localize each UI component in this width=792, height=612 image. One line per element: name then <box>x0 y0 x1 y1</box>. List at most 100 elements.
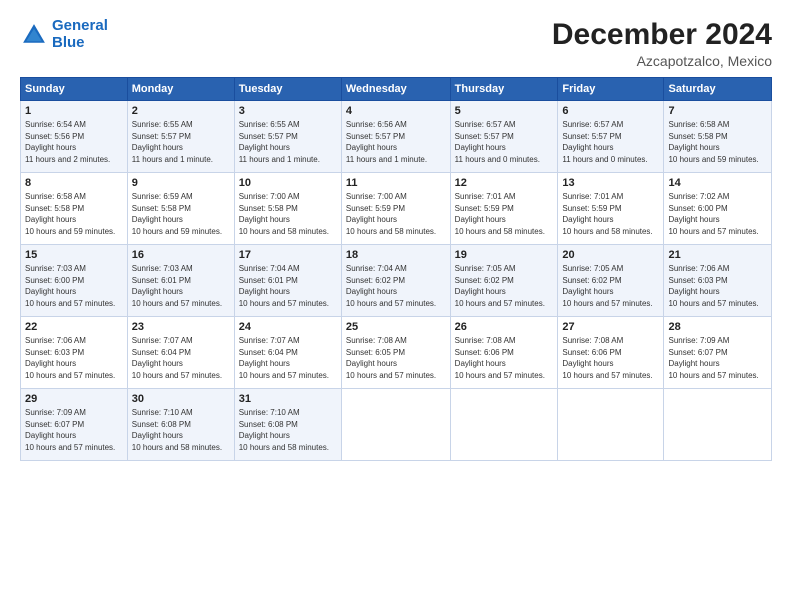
day-number: 23 <box>132 321 230 333</box>
day-info: Sunrise: 7:08 AM Sunset: 6:06 PM Dayligh… <box>562 335 659 381</box>
calendar-cell: 9 Sunrise: 6:59 AM Sunset: 5:58 PM Dayli… <box>127 173 234 245</box>
calendar-cell: 23 Sunrise: 7:07 AM Sunset: 6:04 PM Dayl… <box>127 317 234 389</box>
calendar-cell: 29 Sunrise: 7:09 AM Sunset: 6:07 PM Dayl… <box>21 389 128 461</box>
day-number: 12 <box>455 177 554 189</box>
month-title: December 2024 <box>552 18 772 51</box>
day-info: Sunrise: 7:02 AM Sunset: 6:00 PM Dayligh… <box>668 191 767 237</box>
calendar-cell: 5 Sunrise: 6:57 AM Sunset: 5:57 PM Dayli… <box>450 101 558 173</box>
day-number: 20 <box>562 249 659 261</box>
day-info: Sunrise: 6:57 AM Sunset: 5:57 PM Dayligh… <box>455 119 554 165</box>
day-number: 22 <box>25 321 123 333</box>
calendar-cell: 20 Sunrise: 7:05 AM Sunset: 6:02 PM Dayl… <box>558 245 664 317</box>
day-info: Sunrise: 7:08 AM Sunset: 6:06 PM Dayligh… <box>455 335 554 381</box>
day-number: 30 <box>132 393 230 405</box>
calendar-cell: 27 Sunrise: 7:08 AM Sunset: 6:06 PM Dayl… <box>558 317 664 389</box>
calendar-cell: 26 Sunrise: 7:08 AM Sunset: 6:06 PM Dayl… <box>450 317 558 389</box>
calendar-cell: 6 Sunrise: 6:57 AM Sunset: 5:57 PM Dayli… <box>558 101 664 173</box>
calendar-cell: 25 Sunrise: 7:08 AM Sunset: 6:05 PM Dayl… <box>341 317 450 389</box>
logo-line2: Blue <box>52 35 108 52</box>
calendar-cell: 11 Sunrise: 7:00 AM Sunset: 5:59 PM Dayl… <box>341 173 450 245</box>
day-info: Sunrise: 7:01 AM Sunset: 5:59 PM Dayligh… <box>562 191 659 237</box>
calendar-cell <box>450 389 558 461</box>
day-number: 18 <box>346 249 446 261</box>
calendar-cell: 10 Sunrise: 7:00 AM Sunset: 5:58 PM Dayl… <box>234 173 341 245</box>
calendar-week-5: 29 Sunrise: 7:09 AM Sunset: 6:07 PM Dayl… <box>21 389 772 461</box>
calendar-cell: 14 Sunrise: 7:02 AM Sunset: 6:00 PM Dayl… <box>664 173 772 245</box>
day-number: 14 <box>668 177 767 189</box>
day-info: Sunrise: 7:08 AM Sunset: 6:05 PM Dayligh… <box>346 335 446 381</box>
calendar-week-2: 8 Sunrise: 6:58 AM Sunset: 5:58 PM Dayli… <box>21 173 772 245</box>
calendar-cell: 7 Sunrise: 6:58 AM Sunset: 5:58 PM Dayli… <box>664 101 772 173</box>
calendar-cell: 8 Sunrise: 6:58 AM Sunset: 5:58 PM Dayli… <box>21 173 128 245</box>
day-number: 3 <box>239 105 337 117</box>
calendar-cell: 30 Sunrise: 7:10 AM Sunset: 6:08 PM Dayl… <box>127 389 234 461</box>
day-info: Sunrise: 6:57 AM Sunset: 5:57 PM Dayligh… <box>562 119 659 165</box>
day-number: 5 <box>455 105 554 117</box>
header: General Blue December 2024 Azcapotzalco,… <box>20 18 772 69</box>
day-info: Sunrise: 6:58 AM Sunset: 5:58 PM Dayligh… <box>668 119 767 165</box>
calendar-cell: 28 Sunrise: 7:09 AM Sunset: 6:07 PM Dayl… <box>664 317 772 389</box>
day-info: Sunrise: 7:05 AM Sunset: 6:02 PM Dayligh… <box>562 263 659 309</box>
calendar-cell: 4 Sunrise: 6:56 AM Sunset: 5:57 PM Dayli… <box>341 101 450 173</box>
logo-line1: General <box>52 17 108 34</box>
day-info: Sunrise: 7:03 AM Sunset: 6:01 PM Dayligh… <box>132 263 230 309</box>
logo-icon <box>20 21 48 49</box>
title-block: December 2024 Azcapotzalco, Mexico <box>552 18 772 69</box>
col-thursday: Thursday <box>450 78 558 101</box>
calendar-header-row: Sunday Monday Tuesday Wednesday Thursday… <box>21 78 772 101</box>
day-info: Sunrise: 7:07 AM Sunset: 6:04 PM Dayligh… <box>239 335 337 381</box>
day-info: Sunrise: 7:00 AM Sunset: 5:58 PM Dayligh… <box>239 191 337 237</box>
calendar-cell: 31 Sunrise: 7:10 AM Sunset: 6:08 PM Dayl… <box>234 389 341 461</box>
day-info: Sunrise: 6:58 AM Sunset: 5:58 PM Dayligh… <box>25 191 123 237</box>
day-number: 16 <box>132 249 230 261</box>
day-number: 4 <box>346 105 446 117</box>
day-number: 7 <box>668 105 767 117</box>
calendar-cell: 19 Sunrise: 7:05 AM Sunset: 6:02 PM Dayl… <box>450 245 558 317</box>
day-number: 2 <box>132 105 230 117</box>
calendar-cell: 3 Sunrise: 6:55 AM Sunset: 5:57 PM Dayli… <box>234 101 341 173</box>
day-number: 9 <box>132 177 230 189</box>
calendar-cell: 24 Sunrise: 7:07 AM Sunset: 6:04 PM Dayl… <box>234 317 341 389</box>
day-number: 31 <box>239 393 337 405</box>
calendar-cell: 17 Sunrise: 7:04 AM Sunset: 6:01 PM Dayl… <box>234 245 341 317</box>
day-info: Sunrise: 7:10 AM Sunset: 6:08 PM Dayligh… <box>239 407 337 453</box>
day-info: Sunrise: 7:10 AM Sunset: 6:08 PM Dayligh… <box>132 407 230 453</box>
calendar-cell: 21 Sunrise: 7:06 AM Sunset: 6:03 PM Dayl… <box>664 245 772 317</box>
day-info: Sunrise: 7:07 AM Sunset: 6:04 PM Dayligh… <box>132 335 230 381</box>
calendar-cell <box>664 389 772 461</box>
calendar-week-3: 15 Sunrise: 7:03 AM Sunset: 6:00 PM Dayl… <box>21 245 772 317</box>
calendar-cell: 2 Sunrise: 6:55 AM Sunset: 5:57 PM Dayli… <box>127 101 234 173</box>
logo: General Blue <box>20 18 108 51</box>
calendar-cell <box>341 389 450 461</box>
day-number: 8 <box>25 177 123 189</box>
col-wednesday: Wednesday <box>341 78 450 101</box>
calendar-cell: 12 Sunrise: 7:01 AM Sunset: 5:59 PM Dayl… <box>450 173 558 245</box>
day-number: 6 <box>562 105 659 117</box>
day-number: 28 <box>668 321 767 333</box>
location: Azcapotzalco, Mexico <box>552 53 772 69</box>
day-number: 13 <box>562 177 659 189</box>
calendar-cell: 15 Sunrise: 7:03 AM Sunset: 6:00 PM Dayl… <box>21 245 128 317</box>
day-number: 10 <box>239 177 337 189</box>
day-info: Sunrise: 7:01 AM Sunset: 5:59 PM Dayligh… <box>455 191 554 237</box>
col-monday: Monday <box>127 78 234 101</box>
calendar-cell: 13 Sunrise: 7:01 AM Sunset: 5:59 PM Dayl… <box>558 173 664 245</box>
day-number: 29 <box>25 393 123 405</box>
day-info: Sunrise: 6:54 AM Sunset: 5:56 PM Dayligh… <box>25 119 123 165</box>
day-number: 25 <box>346 321 446 333</box>
day-number: 15 <box>25 249 123 261</box>
day-number: 24 <box>239 321 337 333</box>
day-info: Sunrise: 6:56 AM Sunset: 5:57 PM Dayligh… <box>346 119 446 165</box>
calendar-cell: 1 Sunrise: 6:54 AM Sunset: 5:56 PM Dayli… <box>21 101 128 173</box>
day-info: Sunrise: 6:55 AM Sunset: 5:57 PM Dayligh… <box>239 119 337 165</box>
day-number: 17 <box>239 249 337 261</box>
day-info: Sunrise: 7:03 AM Sunset: 6:00 PM Dayligh… <box>25 263 123 309</box>
day-info: Sunrise: 7:04 AM Sunset: 6:02 PM Dayligh… <box>346 263 446 309</box>
calendar-cell: 18 Sunrise: 7:04 AM Sunset: 6:02 PM Dayl… <box>341 245 450 317</box>
calendar: Sunday Monday Tuesday Wednesday Thursday… <box>20 77 772 461</box>
calendar-week-4: 22 Sunrise: 7:06 AM Sunset: 6:03 PM Dayl… <box>21 317 772 389</box>
calendar-cell: 22 Sunrise: 7:06 AM Sunset: 6:03 PM Dayl… <box>21 317 128 389</box>
day-info: Sunrise: 7:09 AM Sunset: 6:07 PM Dayligh… <box>668 335 767 381</box>
day-info: Sunrise: 7:09 AM Sunset: 6:07 PM Dayligh… <box>25 407 123 453</box>
day-info: Sunrise: 7:04 AM Sunset: 6:01 PM Dayligh… <box>239 263 337 309</box>
